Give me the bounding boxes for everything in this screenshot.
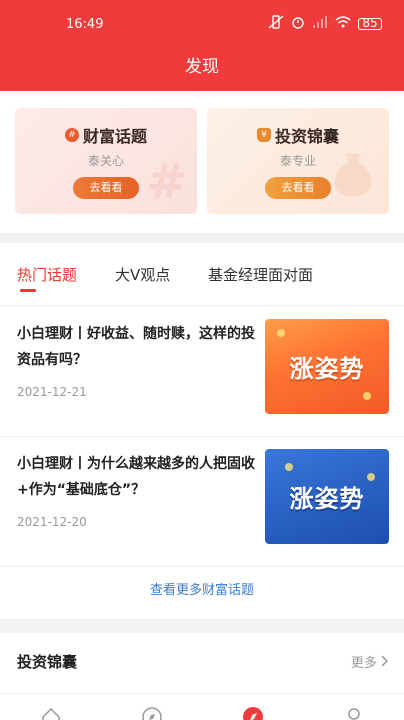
status-time: 16:49 (66, 17, 104, 32)
more-link[interactable]: 更多 (351, 652, 389, 671)
bottom-nav (0, 693, 404, 720)
article-thumbnail: 涨姿势 (265, 319, 389, 414)
investment-tips-section: 投资锦囊 更多 (0, 633, 404, 693)
tab-big-v-views[interactable]: 大V观点 (115, 264, 170, 285)
article-title: 小白理财丨好收益、随时赎，这样的投资品有吗？ (17, 326, 255, 368)
signal-icon (312, 16, 328, 31)
view-more-topics-link[interactable]: 查看更多财富话题 (0, 579, 404, 598)
tab-fund-manager[interactable]: 基金经理面对面 (208, 264, 313, 285)
article-thumbnail: 涨姿势 (265, 449, 389, 544)
compass-icon[interactable] (141, 706, 163, 720)
money-bag-icon: ¥ (256, 128, 271, 142)
card-go-button[interactable]: 去看看 (73, 177, 139, 199)
status-icons: 85 (268, 15, 382, 32)
card-wealth-topics[interactable]: # # 财富话题 泰关心 去看看 (15, 108, 197, 214)
topics-section: 热门话题 大V观点 基金经理面对面 小白理财丨好收益、随时赎，这样的投资品有吗？… (0, 243, 404, 619)
home-icon[interactable] (40, 706, 62, 720)
section-title: 投资锦囊 (17, 653, 78, 671)
card-subtitle: 泰专业 (279, 154, 316, 168)
card-title: 财富话题 (82, 127, 147, 146)
discover-screen: 16:49 85 发现 # # 财富话题 泰关心 去看看 ¥ 投资锦囊 泰专业 … (0, 0, 404, 720)
active-tab-indicator (20, 289, 36, 292)
app-header: 16:49 85 发现 (0, 0, 404, 91)
battery-icon: 85 (358, 17, 382, 30)
article-item[interactable]: 小白理财丨为什么越来越多的人把固收+作为“基础底仓”？ 2021-12-20 涨… (0, 437, 404, 567)
card-investment-tips[interactable]: ¥ 投资锦囊 泰专业 去看看 (207, 108, 389, 214)
thumbnail-text: 涨姿势 (289, 355, 365, 383)
discover-icon[interactable] (242, 706, 264, 720)
card-title: 投资锦囊 (274, 127, 339, 146)
feature-cards: # # 财富话题 泰关心 去看看 ¥ 投资锦囊 泰专业 去看看 (0, 91, 404, 233)
tab-hot-topics[interactable]: 热门话题 (17, 264, 77, 285)
alarm-icon (291, 15, 305, 32)
thumbnail-text: 涨姿势 (289, 485, 365, 513)
article-date: 2021-12-20 (17, 515, 87, 529)
article-item[interactable]: 小白理财丨好收益、随时赎，这样的投资品有吗？ 2021-12-21 涨姿势 (0, 307, 404, 437)
vibrate-off-icon (268, 15, 284, 32)
wifi-icon (335, 16, 351, 31)
article-date: 2021-12-21 (17, 385, 87, 399)
status-bar: 16:49 85 (0, 0, 404, 44)
more-label: 更多 (350, 656, 377, 671)
chevron-right-icon (381, 655, 389, 671)
page-title: 发现 (185, 57, 219, 77)
profile-icon[interactable] (343, 706, 365, 720)
article-title: 小白理财丨为什么越来越多的人把固收+作为“基础底仓”？ (17, 456, 255, 498)
card-go-button[interactable]: 去看看 (265, 177, 331, 199)
hashtag-icon: # (64, 128, 79, 142)
topic-tabs: 热门话题 大V观点 基金经理面对面 (0, 243, 404, 306)
card-subtitle: 泰关心 (87, 154, 124, 168)
